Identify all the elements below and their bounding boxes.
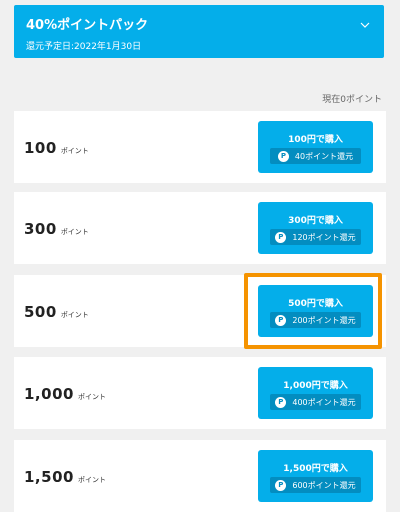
pack-card-1000: 1,000 ポイント 1,000円で購入 P 400ポイント還元 bbox=[14, 357, 386, 429]
buy-button-500[interactable]: 500円で購入 P 200ポイント還元 bbox=[258, 285, 373, 337]
pack-points: 300 ポイント bbox=[24, 220, 89, 238]
buy-button-100[interactable]: 100円で購入 P 40ポイント還元 bbox=[258, 121, 373, 173]
point-icon: P bbox=[275, 231, 287, 243]
reward-text: 600ポイント還元 bbox=[292, 480, 356, 490]
pack-points: 1,000 ポイント bbox=[24, 385, 106, 403]
pack-points: 500 ポイント bbox=[24, 303, 89, 321]
point-icon: P bbox=[277, 150, 289, 162]
point-icon: P bbox=[275, 314, 287, 326]
reward-badge: P 200ポイント還元 bbox=[270, 312, 361, 328]
point-unit: ポイント bbox=[77, 393, 106, 401]
current-points: 現在0ポイント bbox=[322, 95, 382, 105]
reward-text: 200ポイント還元 bbox=[292, 315, 356, 325]
point-icon: P bbox=[275, 396, 287, 408]
reward-badge: P 120ポイント還元 bbox=[270, 229, 361, 245]
pack-card-1500: 1,500 ポイント 1,500円で購入 P 600ポイント還元 bbox=[14, 440, 386, 512]
reward-text: 40ポイント還元 bbox=[294, 151, 354, 161]
buy-label: 300円で購入 bbox=[288, 216, 343, 226]
return-date: 還元予定日:2022年1月30日 bbox=[26, 42, 142, 52]
pack-card-500: 500 ポイント 500円で購入 P 200ポイント還元 bbox=[14, 275, 386, 347]
pack-points: 100 ポイント bbox=[24, 139, 89, 157]
pack-card-100: 100 ポイント 100円で購入 P 40ポイント還元 bbox=[14, 111, 386, 183]
point-unit: ポイント bbox=[77, 476, 106, 484]
pack-card-300: 300 ポイント 300円で購入 P 120ポイント還元 bbox=[14, 192, 386, 264]
buy-label: 1,000円で購入 bbox=[283, 381, 348, 391]
buy-label: 100円で購入 bbox=[288, 135, 343, 145]
buy-button-1500[interactable]: 1,500円で購入 P 600ポイント還元 bbox=[258, 450, 373, 502]
buy-label: 1,500円で購入 bbox=[283, 464, 348, 474]
pack-banner[interactable]: 40%ポイントパック 還元予定日:2022年1月30日 bbox=[14, 5, 384, 58]
buy-button-1000[interactable]: 1,000円で購入 P 400ポイント還元 bbox=[258, 367, 373, 419]
point-unit: ポイント bbox=[60, 228, 89, 236]
point-unit: ポイント bbox=[60, 311, 89, 319]
reward-badge: P 40ポイント還元 bbox=[270, 148, 361, 164]
reward-text: 120ポイント還元 bbox=[292, 232, 356, 242]
reward-text: 400ポイント還元 bbox=[292, 397, 356, 407]
pack-title: 40%ポイントパック bbox=[26, 18, 149, 33]
buy-button-300[interactable]: 300円で購入 P 120ポイント還元 bbox=[258, 202, 373, 254]
buy-label: 500円で購入 bbox=[288, 299, 343, 309]
reward-badge: P 400ポイント還元 bbox=[270, 394, 361, 410]
point-icon: P bbox=[275, 479, 287, 491]
point-unit: ポイント bbox=[60, 147, 89, 155]
chevron-down-icon[interactable] bbox=[360, 20, 370, 30]
reward-badge: P 600ポイント還元 bbox=[270, 477, 361, 493]
